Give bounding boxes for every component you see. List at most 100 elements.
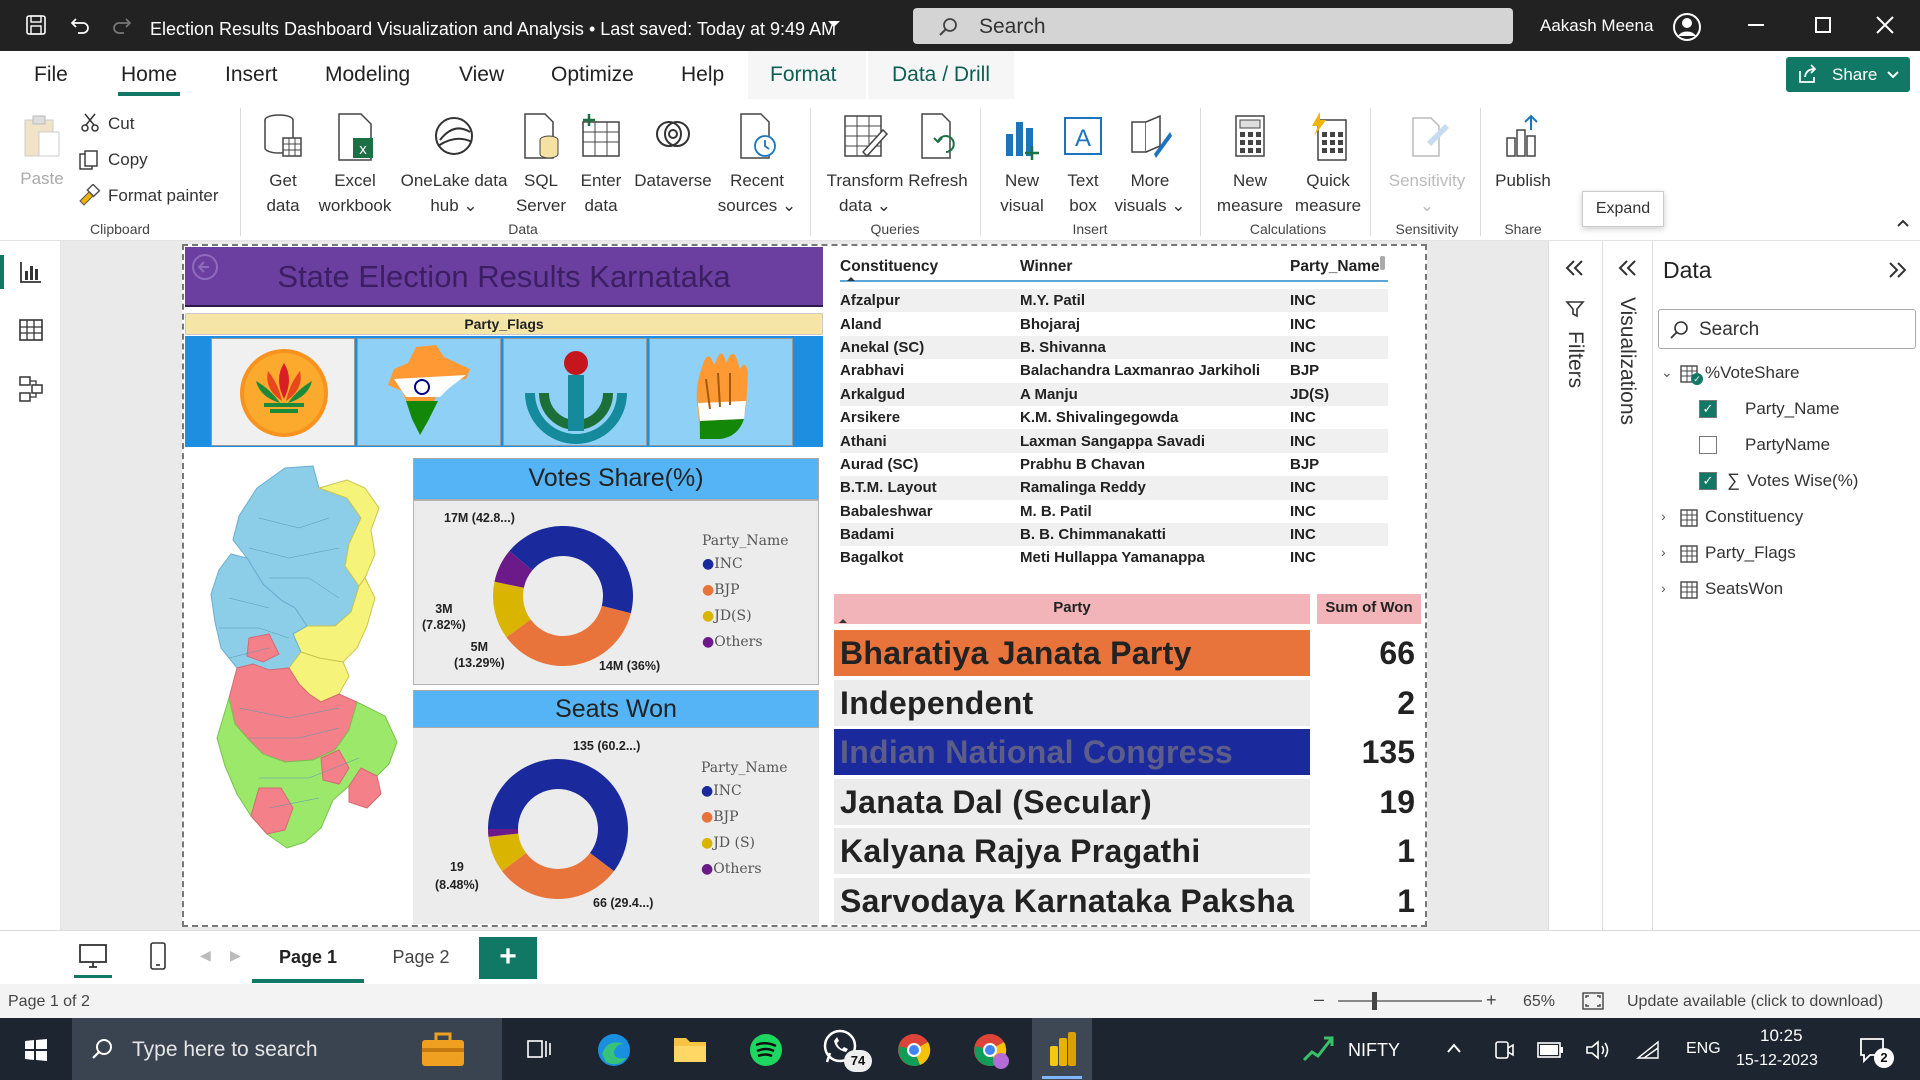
jds-flag-tile[interactable] <box>503 338 647 446</box>
title-dropdown-icon[interactable] <box>826 18 842 30</box>
party-row[interactable]: Independent 2 <box>834 679 1421 726</box>
collapse-ribbon-icon[interactable] <box>1896 218 1910 228</box>
col-party[interactable]: Party <box>834 594 1310 624</box>
menu-modeling[interactable]: Modeling <box>325 63 410 87</box>
visualizations-label[interactable]: Visualizations <box>1615 297 1639 425</box>
table-row[interactable]: Athani Laxman Sangappa Savadi INC <box>840 429 1388 453</box>
mobile-layout-icon[interactable] <box>148 941 168 971</box>
data-search-input[interactable]: Search <box>1658 309 1916 349</box>
zoom-slider-thumb[interactable] <box>1372 992 1377 1010</box>
karnataka-map[interactable] <box>189 458 407 920</box>
quick-measure-button[interactable]: Quick measure <box>1290 112 1366 218</box>
col-party-name[interactable]: Party_Name <box>1290 258 1380 276</box>
desktop-layout-icon[interactable] <box>78 943 108 969</box>
file-explorer-icon[interactable] <box>672 1034 708 1064</box>
menu-help[interactable]: Help <box>681 63 724 87</box>
notifications-icon[interactable]: 2 <box>1858 1036 1894 1068</box>
onelake-button[interactable]: OneLake data hub ⌄ <box>398 112 510 218</box>
col-constituency[interactable]: Constituency <box>840 258 938 276</box>
table-row[interactable]: Arabhavi Balachandra Laxmanrao Jarkiholi B… <box>840 359 1388 382</box>
save-icon[interactable] <box>24 13 48 37</box>
party-row[interactable]: Bharatiya Janata Party 66 <box>834 630 1421 676</box>
party-row[interactable]: Indian National Congress 135 <box>834 729 1421 775</box>
spotify-icon[interactable] <box>748 1032 784 1068</box>
next-page-icon[interactable]: ▶ <box>230 947 241 964</box>
table-row[interactable]: Babaleshwar M. B. Patil INC <box>840 500 1388 523</box>
wifi-icon[interactable] <box>1636 1038 1662 1062</box>
collapse-data-icon[interactable] <box>1885 261 1909 279</box>
constituency-table[interactable]: Constituency Winner Party_Name Afzalpur M… <box>834 252 1404 572</box>
clock-date[interactable]: 15-12-2023 <box>1736 1052 1818 1070</box>
seats-won-chart[interactable]: 135 (60.2...) 66 (29.4...) 19 (8.48%) Par… <box>413 728 819 924</box>
field-checkbox[interactable] <box>1699 436 1717 454</box>
menu-data-drill[interactable]: Data / Drill <box>892 63 990 87</box>
dataverse-button[interactable]: Dataverse <box>630 112 716 193</box>
menu-view[interactable]: View <box>459 63 504 87</box>
table-row[interactable]: Badami B. B. Chimmanakatti INC <box>840 522 1388 547</box>
party-seats-table[interactable]: Party Sum of Won Bharatiya Janata Party 6… <box>834 594 1422 924</box>
field-party-flags[interactable]: › Party_Flags <box>1661 541 1881 571</box>
close-button[interactable] <box>1874 14 1896 36</box>
tab-page-2[interactable]: Page 2 <box>370 935 472 983</box>
field-checkbox[interactable]: ✓ <box>1699 472 1717 490</box>
publish-button[interactable]: Publish <box>1490 112 1556 193</box>
bjp-flag-tile[interactable] <box>211 338 355 446</box>
chevron-right-icon[interactable]: › <box>1661 508 1666 524</box>
get-data-button[interactable]: Get data <box>258 112 308 218</box>
task-view-icon[interactable] <box>526 1037 552 1061</box>
new-visual-button[interactable]: New visual <box>994 112 1050 218</box>
undo-icon[interactable] <box>68 13 92 37</box>
field-party-name[interactable]: ✓ Party_Name <box>1699 397 1919 427</box>
update-available-link[interactable]: Update available (click to download) <box>1627 993 1883 1011</box>
table-row[interactable]: Arsikere K.M. Shivalingegowda INC <box>840 406 1388 429</box>
menu-home[interactable]: Home <box>121 63 177 87</box>
text-box-button[interactable]: A Text box <box>1058 112 1108 218</box>
party-row[interactable]: Kalyana Rajya Pragathi Paksha1 <box>834 828 1421 915</box>
refresh-button[interactable]: Refresh <box>906 112 970 193</box>
expand-visualizations-icon[interactable] <box>1616 259 1640 277</box>
field--voteshare[interactable]: ⌄ ✓ %VoteShare <box>1661 361 1881 391</box>
field-checkbox[interactable]: ✓ <box>1699 400 1717 418</box>
format-painter-button[interactable]: Format painter <box>108 186 219 206</box>
add-page-button[interactable]: + <box>479 937 537 979</box>
tab-page-1[interactable]: Page 1 <box>252 935 364 983</box>
language-indicator[interactable]: ENG <box>1686 1040 1721 1058</box>
excel-workbook-button[interactable]: x Excel workbook <box>312 112 398 218</box>
zoom-slider-track[interactable] <box>1338 1000 1482 1002</box>
meet-now-icon[interactable] <box>1494 1038 1514 1062</box>
redo-icon[interactable] <box>110 13 134 37</box>
zoom-in-button[interactable]: + <box>1486 990 1497 1011</box>
user-avatar-icon[interactable] <box>1672 12 1702 42</box>
chevron-up-icon[interactable] <box>1446 1042 1462 1054</box>
table-row[interactable]: Arkalgud A Manju JD(S) <box>840 382 1388 406</box>
battery-icon[interactable] <box>1536 1040 1564 1060</box>
chrome-profile-icon[interactable] <box>972 1032 1010 1070</box>
table-scrollbar[interactable] <box>1380 256 1385 270</box>
clock-time[interactable]: 10:25 <box>1760 1026 1803 1046</box>
copy-button[interactable]: Copy <box>108 150 148 170</box>
recent-sources-button[interactable]: Recent sources ⌄ <box>714 112 800 218</box>
chevron-down-icon[interactable]: ⌄ <box>1661 364 1673 381</box>
fit-to-page-icon[interactable] <box>1582 992 1604 1010</box>
report-view-icon[interactable] <box>18 259 44 285</box>
edge-icon[interactable] <box>596 1032 632 1068</box>
nifty-chart-icon[interactable] <box>1302 1034 1336 1064</box>
table-row[interactable]: Anekal (SC) B. Shivanna INC <box>840 335 1388 360</box>
india-flag-tile[interactable] <box>357 338 501 446</box>
table-row[interactable]: Afzalpur M.Y. Patil INC <box>840 289 1388 313</box>
party-row[interactable]: Sarvodaya Karnataka Paksha 1 <box>834 877 1421 924</box>
prev-page-icon[interactable]: ◀ <box>200 947 211 964</box>
table-view-icon[interactable] <box>18 317 44 343</box>
menu-optimize[interactable]: Optimize <box>551 63 634 87</box>
paste-button[interactable]: Paste <box>20 112 64 191</box>
transform-data-button[interactable]: Transform data ⌄ <box>822 112 908 218</box>
party-row[interactable]: Janata Dal (Secular) 19 <box>834 778 1421 825</box>
field-partyname[interactable]: PartyName <box>1699 433 1919 463</box>
enter-data-button[interactable]: Enter data <box>576 112 626 218</box>
share-button[interactable]: Share <box>1786 57 1910 92</box>
table-row[interactable]: Aurad (SC) Prabhu B Chavan BJP <box>840 453 1388 476</box>
filters-label[interactable]: Filters <box>1563 331 1587 388</box>
table-row[interactable]: Aland Bhojaraj INC <box>840 312 1388 335</box>
restore-button[interactable] <box>1815 17 1831 33</box>
col-sum-of-won[interactable]: Sum of Won <box>1317 594 1421 624</box>
